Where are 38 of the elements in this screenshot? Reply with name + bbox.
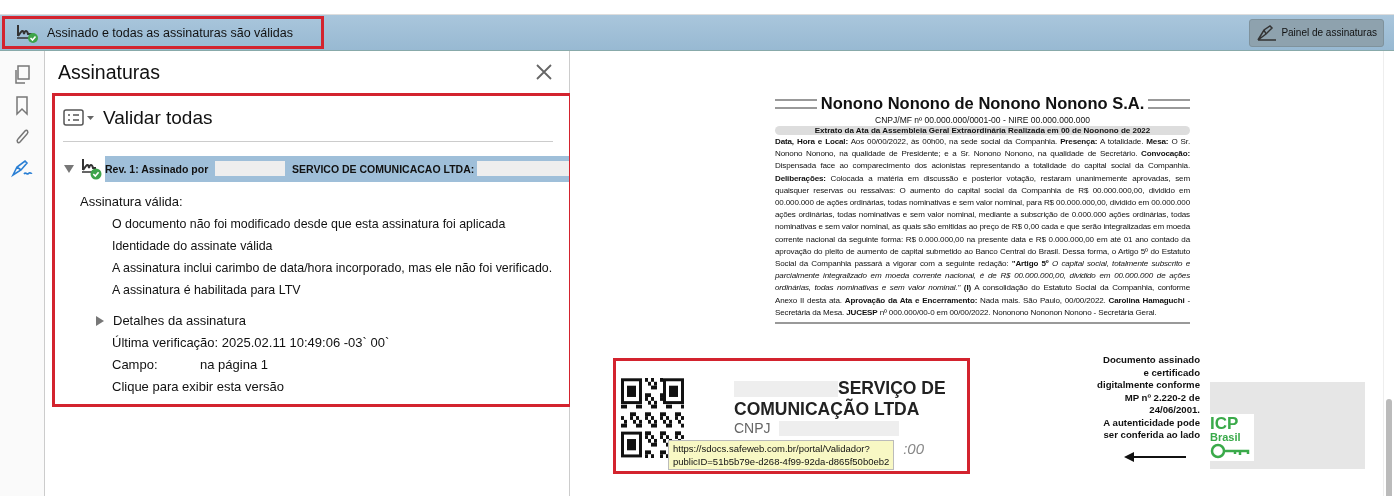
heading-rule [1148, 98, 1190, 109]
signature-panel-button[interactable]: Painel de assinaturas [1249, 18, 1384, 47]
certification-note: Documento assinado e certificado digitalmente conforme MP nº 2.220-2 de 24/06/2001. A autenticidade pode ser conferida ao lado [1097, 354, 1200, 442]
pen-icon [1256, 23, 1279, 42]
company-name: SERVIÇO DE [838, 378, 946, 399]
signature-status-banner: Assinado e todas as assinaturas são válidas [2, 16, 324, 49]
options-menu-icon[interactable] [63, 108, 95, 128]
valid-signature-icon [80, 156, 102, 181]
validate-all-link[interactable]: Validar todas [103, 107, 213, 129]
last-verification: Última verificação: 2025.02.11 10:49:06 -03` 00` [112, 335, 391, 350]
scrollbar-thumb[interactable] [1386, 399, 1392, 496]
minutes-title: Extrato da Ata da Assembleia Geral Extraordinária Realizada em 00 de Noonono de 2022 [775, 126, 1190, 135]
expand-arrow-icon[interactable] [95, 314, 105, 327]
signature-status: Assinatura válida: [80, 194, 184, 209]
signature-entry[interactable]: Rev. 1: Assinado por SERVICO DE COMUNICACAO LTDA: [105, 155, 569, 182]
company-name: COMUNICAÇÃO LTDA [734, 399, 921, 421]
validation-detail: Identidade do assinate válida [112, 239, 274, 253]
expand-arrow-icon[interactable] [63, 162, 75, 175]
article-text: Data, Hora e Local: Aos 00/00/2022, às 00h00, na sede social da Companhia. Presença: A totalidade. Mesa: O Sr. Nonono Nonono, na qualidade de Presidente; e a Sr. Nonono Nonono, na qualidade de Secretário. Convocação: Dispensada face ao comparecimento dos acionistas representando a totalidade do capital social da Companhia. Deliberações: Colocada a matéria em discussão e posterior votação, restaram unanimemente aprovadas, sem quaisquer reservas ou ressalvas: O aumento do capital social da Companhia de R$ 00.000.000,00, dividido em 00.000.000 de ações ordinárias, todas nominativas e sem valor nominal, para R$ 00.000.000,00, dividido em 00.000.000 ações ordinárias, todas nominativas e sem valor nominal, mediante a subscrição de 0.000.000 ações ordinárias, todas nominativas e sem valor nominal, as quais são emitidas ao preço de R$ 0,00 cada e que serão integralizadas em moeda corrente nacional da seguinte forma: R$ 0.000.000,00 na presente data e R$ 0.000.000,00 em até 01 ano contado da aprovação do pleito de aumento de capital submetido ao Banco Central do Brasil. Dessa forma, o Artigo 5º do Estatuto Social da Companhia passará a vigorar com a seguinte redação: "Artigo 5º O capital social, totalmente subscrito e parcialmente integralizado em moeda corrente nacional, é de R$ 00.000.000,00, dividido em 00.000.000 de ações ordinárias, todas nominativas e sem valor nominal." (I) A consolidação do Estatuto Social da Companhia, conforme Anexo II desta ata. Aprovação da Ata e Encerramento: Nada mais. São Paulo, 00/00/2022. Carolina Hamaguchi - Secretária da Mesa. JUCESP nº 000.000/00-0 em 00/00/2022. Nononono Nononon Nonono - Secretária Geral. [775, 136, 1190, 319]
signature-details-item[interactable]: Detalhes da assinatura [113, 313, 246, 328]
bookmark-icon[interactable] [14, 94, 30, 118]
validation-detail: A assinatura é habilitada para LTV [112, 283, 302, 297]
registry-line: CNPJ/MF nº 00.000.000/0001-00 - NIRE 00.000.000.000 [874, 115, 1091, 125]
field-value: na página 1 [200, 357, 268, 372]
redaction-bar [215, 161, 286, 176]
document-heading: Nonono Nonono de Nonono Nonono S.A. [820, 94, 1145, 113]
panel-title: Assinaturas [57, 60, 160, 84]
timestamp-fragment: :00 [903, 440, 924, 458]
arrow-icon [1124, 451, 1186, 462]
show-version-item[interactable]: Clique para exibir esta versão [112, 379, 561, 394]
field-label: Campo: [112, 357, 159, 372]
heading-rule [775, 98, 817, 109]
url-tooltip: https://sdocs.safeweb.com.br/portal/Validador? publicID=51b5b79e-d268-4f99-92da-d865f50b0eb2 [668, 440, 895, 471]
pages-icon[interactable] [13, 63, 31, 87]
close-icon[interactable] [536, 64, 552, 80]
cnpj-label: CNPJ [734, 420, 771, 437]
validation-detail: A assinatura inclui carimbo de data/hora incorporado, mas ele não foi verificado. [112, 261, 554, 275]
validation-detail: O documento não foi modificado desde que esta assinatura foi aplicada [112, 217, 507, 231]
